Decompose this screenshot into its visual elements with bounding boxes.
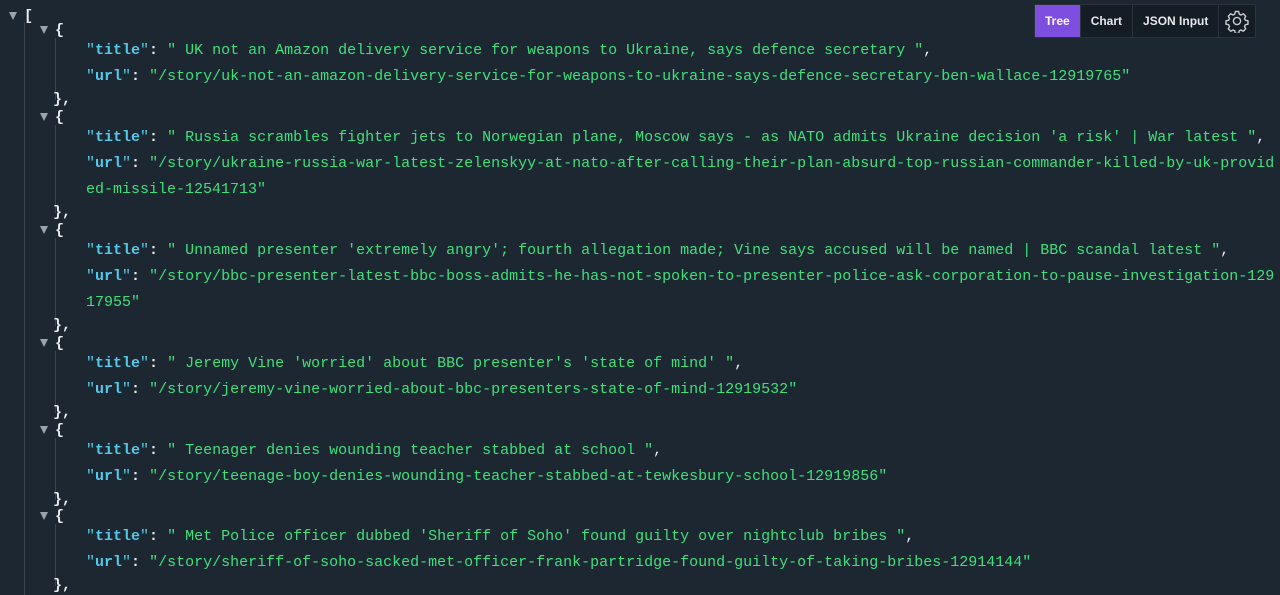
url-property: "url": "/story/teenage-boy-denies-woundi… <box>86 468 888 485</box>
collapse-toggle-icon[interactable] <box>40 339 48 347</box>
url-property: "url": "/story/ukraine-russia-war-latest… <box>86 155 1275 198</box>
item-open-brace: { <box>55 108 65 126</box>
property-key: url <box>95 468 123 485</box>
item-close-brace: }, <box>53 577 72 594</box>
tab-chart[interactable]: Chart <box>1081 5 1134 37</box>
property-key: title <box>95 129 141 146</box>
title-value[interactable]: Jeremy Vine 'worried' about BBC presente… <box>176 355 725 372</box>
title-value[interactable]: Russia scrambles fighter jets to Norwegi… <box>176 129 1247 146</box>
settings-button[interactable] <box>1219 5 1255 37</box>
item-header: { <box>40 220 64 240</box>
url-value[interactable]: /story/jeremy-vine-worried-about-bbc-pre… <box>158 381 788 398</box>
property-key: title <box>95 528 141 545</box>
item-indent-guide <box>55 238 56 326</box>
collapse-toggle-icon[interactable] <box>40 426 48 434</box>
property-key: title <box>95 442 141 459</box>
property-key: url <box>95 268 123 285</box>
gear-icon <box>1225 10 1250 33</box>
item-indent-guide <box>55 125 56 213</box>
tab-tree[interactable]: Tree <box>1035 5 1081 37</box>
view-mode-toolbar: Tree Chart JSON Input <box>1034 4 1257 38</box>
url-value[interactable]: /story/sheriff-of-soho-sacked-met-office… <box>158 554 1022 571</box>
item-open-brace: { <box>55 507 65 525</box>
item-header: { <box>40 420 64 440</box>
title-property: "title": " Unnamed presenter 'extremely … <box>86 242 1230 259</box>
title-property: "title": " Jeremy Vine 'worried' about B… <box>86 355 744 372</box>
title-property: "title": " Teenager denies wounding teac… <box>86 442 663 459</box>
item-header: { <box>40 333 64 353</box>
property-key: title <box>95 355 141 372</box>
item-header: { <box>40 506 64 526</box>
url-value[interactable]: /story/bbc-presenter-latest-bbc-boss-adm… <box>86 268 1274 311</box>
tab-json-input[interactable]: JSON Input <box>1133 5 1220 37</box>
item-header: { <box>40 107 64 127</box>
url-property: "url": "/story/sheriff-of-soho-sacked-me… <box>86 554 1032 571</box>
item-open-brace: { <box>55 421 65 439</box>
item-open-brace: { <box>55 334 65 352</box>
title-property: "title": " Met Police officer dubbed 'Sh… <box>86 528 915 545</box>
root-open-bracket: [ <box>24 7 34 25</box>
item-open-brace: { <box>55 221 65 239</box>
item-header: { <box>40 20 64 40</box>
root-indent-guide <box>24 22 25 595</box>
property-key: url <box>95 68 123 85</box>
collapse-toggle-icon[interactable] <box>9 12 17 20</box>
root-array-header: [ <box>9 6 33 26</box>
title-value[interactable]: Unnamed presenter 'extremely angry'; fou… <box>176 242 1211 259</box>
collapse-toggle-icon[interactable] <box>40 113 48 121</box>
item-open-brace: { <box>55 21 65 39</box>
collapse-toggle-icon[interactable] <box>40 26 48 34</box>
title-property: "title": " UK not an Amazon delivery ser… <box>86 42 933 59</box>
title-value[interactable]: UK not an Amazon delivery service for we… <box>176 42 914 59</box>
property-key: url <box>95 554 123 571</box>
title-value[interactable]: Met Police officer dubbed 'Sheriff of So… <box>176 528 896 545</box>
collapse-toggle-icon[interactable] <box>40 512 48 520</box>
url-value[interactable]: /story/uk-not-an-amazon-delivery-service… <box>158 68 1121 85</box>
url-property: "url": "/story/bbc-presenter-latest-bbc-… <box>86 268 1275 311</box>
url-property: "url": "/story/jeremy-vine-worried-about… <box>86 381 798 398</box>
property-key: title <box>95 42 141 59</box>
url-value[interactable]: /story/teenage-boy-denies-wounding-teach… <box>158 468 878 485</box>
collapse-toggle-icon[interactable] <box>40 226 48 234</box>
url-property: "url": "/story/uk-not-an-amazon-delivery… <box>86 68 1131 85</box>
title-property: "title": " Russia scrambles fighter jets… <box>86 129 1266 146</box>
property-key: url <box>95 155 123 172</box>
title-value[interactable]: Teenager denies wounding teacher stabbed… <box>176 442 644 459</box>
property-key: url <box>95 381 123 398</box>
property-key: title <box>95 242 141 259</box>
